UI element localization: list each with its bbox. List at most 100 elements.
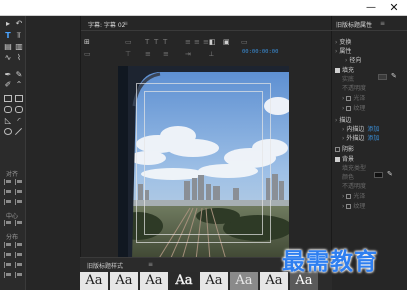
fill-kind-row: 实底 [342,76,355,83]
editor-tab-menu-icon[interactable]: ≡ [123,20,128,27]
shadow-section[interactable]: 阴影 [335,144,354,153]
distribute-hcenter-icon[interactable] [15,242,23,248]
area-type-tool-icon[interactable]: ▤ [3,42,13,51]
editor-toolbar: ⊞ ▭ ▭ T T T ⊤ ≡ ≡ ≡ ≡ ≡ ⇥ ◧ ▣ ⟂ ▭ 00:00:… [81,34,333,62]
align-vcenter-icon[interactable] [15,179,23,185]
tab-stops-icon[interactable]: ⇥ [185,50,191,58]
pen-tool-icon[interactable]: ✒ [3,70,13,79]
editor-tab[interactable]: 字幕: 字幕 02 [88,20,125,29]
title-safe-margin [144,91,263,235]
distribute-left-icon[interactable] [4,242,12,248]
distribute-section-label: 分布 [6,234,19,241]
editor-tab-divider [81,30,333,31]
video-icon[interactable]: ▣ [223,38,230,46]
styles-panel-menu-icon[interactable]: ≡ [148,261,153,268]
stroke-section[interactable]: › 描边 [335,115,351,124]
distribute-space-icon[interactable] [15,252,23,258]
kerning-icon[interactable]: ≡ [145,50,151,58]
inner-stroke-row[interactable]: › 内描边 添加 [342,124,379,133]
line-tool-icon[interactable] [14,127,23,136]
bold-icon[interactable]: T [145,38,149,46]
texture-row[interactable]: › 纹理 [342,103,365,112]
fill-opacity-row: 不透明度 [342,85,367,92]
align-right-text-icon[interactable]: ≡ [203,38,209,46]
add-anchor-tool-icon[interactable]: ✐ [3,80,13,89]
align-right-icon[interactable] [4,189,12,195]
bg-texture-row[interactable]: › 纹理 [342,201,365,210]
properties-panel-menu-icon[interactable]: ≡ [380,20,385,27]
styles-panel-title: 旧版标题样式 [87,263,124,270]
style-swatch-6[interactable]: Aa [230,272,258,290]
new-title-icon[interactable]: ⊞ [84,38,90,46]
path-type-tool-icon[interactable]: ∿ [3,53,13,62]
fill-type-row[interactable]: › 径向 [345,55,361,64]
align-left-icon[interactable] [4,179,12,185]
roll-crawl-icon[interactable]: ▭ [84,50,91,58]
distribute-top-icon[interactable] [4,262,12,268]
rotate-tool-icon[interactable]: ↶ [14,19,24,28]
tools-gutter [26,16,80,290]
style-swatch-1[interactable]: Aa [80,272,108,290]
add-outer-stroke-link[interactable]: 添加 [367,135,379,142]
style-swatch-5[interactable]: Aa [200,272,228,290]
leading-icon[interactable]: ≡ [163,50,169,58]
background-color-chip[interactable] [374,172,383,178]
distribute-right-icon[interactable] [4,252,12,258]
outer-stroke-row[interactable]: › 外描边 添加 [342,133,379,142]
title-canvas[interactable] [118,66,289,260]
align-section-label: 对齐 [6,171,19,178]
align-left-text-icon[interactable]: ≡ [185,38,191,46]
rectangle-tool-icon[interactable] [4,95,12,102]
arc-tool-icon[interactable]: ◜ [14,116,24,125]
add-inner-stroke-link[interactable]: 添加 [367,126,379,133]
minimize-button[interactable]: — [364,1,378,14]
attributes-section[interactable]: › 属性 [335,46,351,55]
ellipse-tool-icon[interactable] [4,128,12,135]
eyedropper-icon[interactable]: ✎ [391,72,397,80]
font-size-icon[interactable]: ⊤ [125,50,131,58]
wedge-tool-icon[interactable]: ◺ [3,116,13,125]
distribute-vcenter-icon[interactable] [15,262,23,268]
center-section-label: 中心 [6,213,19,220]
align-bottom-icon[interactable] [15,199,23,205]
distribute-bottom-icon[interactable] [4,272,12,278]
fill-color-chip[interactable] [378,74,387,80]
center-vertical-icon[interactable] [15,220,23,226]
align-top-icon[interactable] [15,189,23,195]
font-family-dropdown[interactable]: ▭ [125,38,132,46]
close-button[interactable]: ✕ [387,1,401,14]
vertical-area-type-tool-icon[interactable]: ▥ [14,42,24,51]
center-horizontal-icon[interactable] [4,220,12,226]
timecode-display[interactable]: 00:00:00:00 [242,49,278,55]
style-swatch-4[interactable]: Aa [170,272,198,290]
style-swatch-3[interactable]: Aa [140,272,168,290]
sheen-row[interactable]: › 光泽 [342,93,365,102]
convert-anchor-tool-icon[interactable]: ⌃ [14,80,24,89]
bg-sheen-row[interactable]: › 光泽 [342,191,365,200]
properties-divider [332,30,407,31]
bg-opacity-row: 不透明度 [342,183,367,190]
rounded-corner-tool-icon[interactable] [15,106,23,113]
underline-icon[interactable]: T [163,38,167,46]
italic-icon[interactable]: T [154,38,158,46]
vertical-path-type-tool-icon[interactable]: ⌇ [14,53,24,62]
background-section[interactable]: 背景 [335,154,354,163]
select-tool-icon[interactable]: ▸ [3,19,13,28]
delete-anchor-tool-icon[interactable]: ✎ [14,70,24,79]
show-background-icon[interactable]: ◧ [209,38,216,46]
align-center-text-icon[interactable]: ≡ [194,38,200,46]
transform-section[interactable]: › 变换 [335,37,351,46]
baseline-icon[interactable]: ⟂ [209,50,214,59]
rounded-rectangle-tool-icon[interactable] [4,106,12,113]
templates-icon[interactable]: ▭ [241,38,248,46]
vertical-type-tool-icon[interactable]: ⫪ [14,31,24,40]
clipped-corner-tool-icon[interactable] [15,95,23,102]
tool-panel: ▸ ↶ T ⫪ ▤ ▥ ∿ ⌇ ✒ ✎ ✐ ⌃ ◺ ◜ 对齐 中心 分布 [0,16,26,290]
align-hcenter-icon[interactable] [4,199,12,205]
fill-checkbox[interactable] [335,68,340,73]
fill-section[interactable]: 填充 [335,65,354,74]
style-swatch-2[interactable]: Aa [110,272,138,290]
distribute-vspace-icon[interactable] [15,272,23,278]
type-tool-icon[interactable]: T [3,31,13,40]
bg-eyedropper-icon[interactable]: ✎ [387,170,393,178]
